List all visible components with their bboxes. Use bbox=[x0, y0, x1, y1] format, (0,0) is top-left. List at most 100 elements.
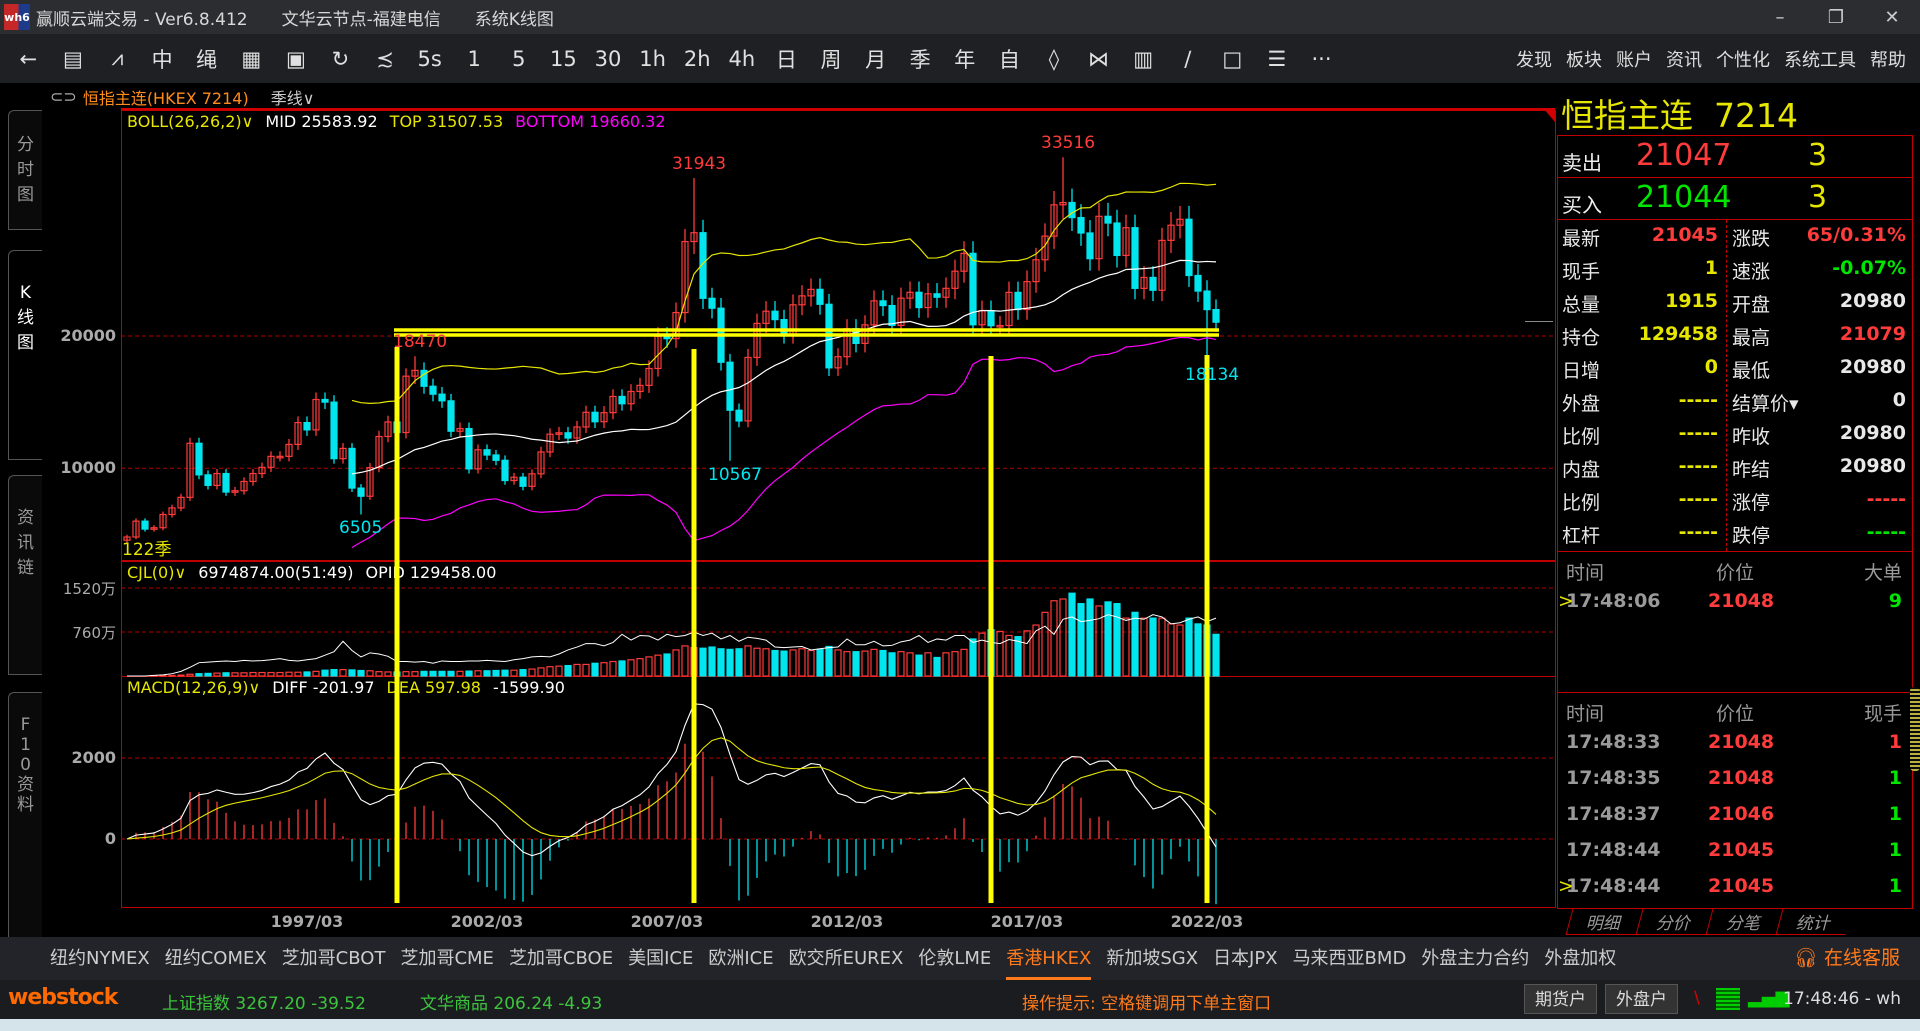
list-item[interactable]: 17:48:33 21048 1 bbox=[1558, 729, 1914, 759]
tab-f10[interactable]: F 1 0 资 料 bbox=[8, 692, 42, 942]
quote-value: ----- bbox=[1678, 521, 1718, 543]
more-icon[interactable]: ··· bbox=[1299, 47, 1344, 71]
quote-value: 20980 bbox=[1839, 356, 1906, 378]
period-button-15[interactable]: 15 bbox=[541, 47, 586, 71]
macd-pane[interactable] bbox=[121, 676, 1556, 908]
quote-label: 总量 bbox=[1562, 294, 1601, 316]
webstock-logo: webstock bbox=[8, 985, 118, 1010]
futures-account-button[interactable]: 期货户 bbox=[1524, 984, 1597, 1014]
panel-tab[interactable]: 统计 bbox=[1775, 909, 1853, 935]
period-button-2h[interactable]: 2h bbox=[675, 47, 720, 71]
save-icon[interactable]: ▣ bbox=[274, 47, 319, 71]
maximize-button[interactable]: ❐ bbox=[1808, 0, 1864, 34]
exchange-tab[interactable]: 日本JPX bbox=[1213, 937, 1278, 980]
exchange-tab[interactable]: 芝加哥CBOT bbox=[282, 937, 386, 980]
line-tool-icon[interactable]: ∕ bbox=[1165, 47, 1210, 71]
exchange-tab[interactable]: 外盘加权 bbox=[1544, 937, 1616, 980]
tab-news-chain[interactable]: 资 讯 链 bbox=[8, 475, 42, 675]
ask-row[interactable]: 卖出 21047 3 bbox=[1557, 135, 1913, 178]
menu-item[interactable]: 账户 bbox=[1616, 46, 1652, 72]
quote-row: 杠杆 ----- 跌停 ----- bbox=[1558, 517, 1914, 550]
exchange-tab[interactable]: 美国ICE bbox=[628, 937, 693, 980]
exchange-tab[interactable]: 纽约NYMEX bbox=[50, 937, 150, 980]
foreign-account-button[interactable]: 外盘户 bbox=[1605, 984, 1678, 1014]
cjl-label[interactable]: CJL(0)∨ bbox=[127, 563, 186, 582]
period-button-日[interactable]: 日 bbox=[764, 44, 809, 74]
volume-axis-label: 760万 bbox=[72, 624, 116, 642]
period-button-5s[interactable]: 5s bbox=[407, 47, 452, 71]
exchange-tab[interactable]: 香港HKEX bbox=[1006, 937, 1092, 980]
exchange-tab[interactable]: 芝加哥CME bbox=[400, 937, 493, 980]
quote-value: 21045 bbox=[1651, 224, 1718, 246]
candle-icon[interactable]: 中 bbox=[140, 44, 185, 74]
shrink-icon[interactable]: ⋈ bbox=[1076, 47, 1121, 71]
menu-item[interactable]: 个性化 bbox=[1716, 46, 1770, 72]
panel-tab[interactable]: 明细 bbox=[1565, 909, 1643, 935]
exchange-tab[interactable]: 新加坡SGX bbox=[1106, 937, 1198, 980]
period-selector[interactable]: 季线∨ bbox=[271, 85, 315, 109]
period-button-30[interactable]: 30 bbox=[586, 47, 631, 71]
list-item[interactable]: 17:48:44 21045 1 bbox=[1558, 837, 1914, 867]
quote-label: 昨结 bbox=[1732, 459, 1771, 481]
exchange-tab[interactable]: 纽约COMEX bbox=[165, 937, 267, 980]
minimize-button[interactable]: – bbox=[1752, 0, 1808, 34]
close-button[interactable]: ✕ bbox=[1864, 0, 1920, 34]
exchange-tab[interactable]: 欧洲ICE bbox=[708, 937, 773, 980]
scrollbar-thumb[interactable] bbox=[1910, 687, 1920, 771]
period-button-1h[interactable]: 1h bbox=[630, 47, 675, 71]
exchange-tab[interactable]: 伦敦LME bbox=[918, 937, 991, 980]
period-button-4h[interactable]: 4h bbox=[720, 47, 765, 71]
symbol-label[interactable]: 恒指主连(HKEX 7214) bbox=[83, 85, 249, 109]
tick-price: 21048 bbox=[1708, 767, 1775, 789]
quote-row: 现手 1 速涨 -0.07% bbox=[1558, 253, 1914, 286]
list-icon[interactable]: ▤ bbox=[51, 47, 96, 71]
menu-item[interactable]: 帮助 bbox=[1870, 46, 1906, 72]
exchange-tab[interactable]: 欧交所EUREX bbox=[789, 937, 904, 980]
quote-label: 涨停 bbox=[1732, 492, 1771, 514]
period-button-季[interactable]: 季 bbox=[898, 44, 943, 74]
online-support-button[interactable]: 🎧︎ 在线客服 bbox=[1794, 937, 1900, 980]
layout-icon[interactable]: ▥ bbox=[1121, 47, 1166, 71]
back-icon[interactable]: ← bbox=[6, 47, 51, 71]
macd-label[interactable]: MACD(12,26,9)∨ bbox=[127, 678, 260, 697]
line-chart-icon[interactable]: ⩘ bbox=[95, 46, 140, 71]
period-button-自[interactable]: 自 bbox=[987, 44, 1032, 74]
tab-timeshare[interactable]: 分 时 图 bbox=[8, 110, 42, 230]
menu-item[interactable]: 板块 bbox=[1566, 46, 1602, 72]
exchange-tab[interactable]: 外盘主力合约 bbox=[1421, 937, 1529, 980]
ask-label: 卖出 bbox=[1562, 151, 1602, 175]
period-button-年[interactable]: 年 bbox=[942, 44, 987, 74]
list-item[interactable]: 17:48:37 21046 1 bbox=[1558, 801, 1914, 831]
list-item[interactable]: 17:48:35 21048 1 bbox=[1558, 765, 1914, 795]
boll-label[interactable]: BOLL(26,26,2)∨ bbox=[127, 112, 253, 131]
tick-price: 21046 bbox=[1708, 803, 1775, 825]
period-button-5[interactable]: 5 bbox=[497, 47, 542, 71]
menu-item[interactable]: 系统工具 bbox=[1784, 46, 1856, 72]
exchange-tab[interactable]: 芝加哥CBOE bbox=[509, 937, 613, 980]
tab-label: 分 时 图 bbox=[17, 135, 34, 205]
list-item[interactable]: >17:48:44 21045 1 bbox=[1558, 873, 1914, 903]
menu-item[interactable]: 资讯 bbox=[1666, 46, 1702, 72]
wh-index[interactable]: 文华商品 206.24 -4.93 bbox=[420, 989, 602, 1014]
tab-kline[interactable]: K 线 图 bbox=[8, 250, 42, 460]
grid-icon[interactable]: ▦ bbox=[229, 47, 274, 71]
list-item[interactable]: >17:48:06 21048 9 bbox=[1558, 588, 1914, 618]
table-icon[interactable]: ☰ bbox=[1255, 47, 1300, 71]
menu-item[interactable]: 发现 bbox=[1516, 46, 1552, 72]
cjl-legend: CJL(0)∨ 6974874.00(51:49) OPID 129458.00 bbox=[127, 563, 496, 582]
panel-tab[interactable]: 分价 bbox=[1635, 909, 1713, 935]
period-button-1[interactable]: 1 bbox=[452, 47, 497, 71]
compare-icon[interactable]: ≾ bbox=[363, 47, 408, 71]
rect-icon[interactable]: □ bbox=[1210, 47, 1255, 71]
period-button-月[interactable]: 月 bbox=[853, 44, 898, 74]
panel-tab[interactable]: 分笔 bbox=[1705, 909, 1783, 935]
sh-index[interactable]: 上证指数 3267.20 -39.52 bbox=[162, 989, 366, 1014]
price-pane[interactable] bbox=[121, 110, 1556, 561]
zoom-icon[interactable]: ◊ bbox=[1032, 47, 1077, 71]
draw-icon[interactable]: 绳 bbox=[184, 44, 229, 74]
exchange-tab[interactable]: 马来西亚BMD bbox=[1293, 937, 1407, 980]
bid-row[interactable]: 买入 21044 3 bbox=[1557, 177, 1913, 220]
period-button-周[interactable]: 周 bbox=[809, 44, 854, 74]
refresh-icon[interactable]: ↻ bbox=[318, 47, 363, 71]
extreme-price-label: 18470 bbox=[393, 332, 448, 353]
